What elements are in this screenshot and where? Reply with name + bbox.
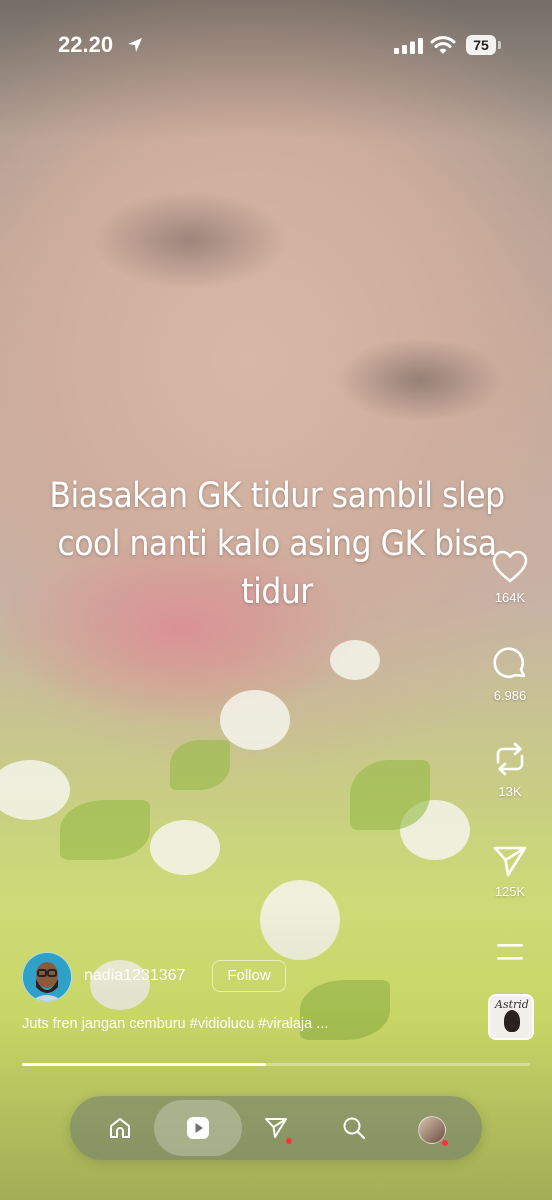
comment-count: 6.986 (493, 688, 527, 703)
share-action[interactable]: 125K (488, 844, 532, 899)
like-action[interactable]: 164K (488, 550, 532, 605)
follow-button[interactable]: Follow (212, 960, 286, 992)
audio-thumbnail[interactable]: Astrid (488, 994, 534, 1040)
bottom-nav (70, 1096, 482, 1160)
video-caption-overlay: Biasakan GK tidur sambil slep cool nanti… (49, 476, 505, 612)
cellular-signal-icon (394, 38, 423, 54)
like-count: 164K (494, 590, 526, 605)
progress-fill (22, 1063, 266, 1066)
author-username[interactable]: nadia1231367 (84, 967, 185, 985)
nav-profile[interactable] (406, 1104, 454, 1152)
repost-icon[interactable] (492, 740, 528, 778)
pattern-blob (220, 690, 290, 750)
nav-home[interactable] (96, 1104, 144, 1152)
top-gradient (0, 0, 552, 140)
pattern-blob (0, 760, 70, 820)
nav-search[interactable] (330, 1104, 378, 1152)
home-icon (110, 1118, 130, 1138)
more-icon[interactable] (495, 942, 525, 962)
avatar-portrait (23, 953, 71, 1001)
profile-avatar (418, 1116, 446, 1144)
pattern-blob (150, 820, 220, 875)
video-description[interactable]: Juts fren jangan cemburu #vidiolucu #vir… (22, 1016, 328, 1032)
audio-cover-figure (504, 1010, 520, 1032)
send-icon[interactable] (492, 844, 528, 878)
nav-reels[interactable] (174, 1104, 222, 1152)
author-avatar[interactable] (22, 952, 72, 1002)
repost-count: 13K (498, 784, 522, 799)
repost-action[interactable]: 13K (488, 740, 532, 799)
wifi-icon (430, 36, 456, 54)
comment-icon[interactable] (492, 646, 528, 682)
pattern-leaf (60, 800, 150, 860)
location-arrow-icon (128, 38, 142, 52)
nav-direct[interactable] (252, 1104, 300, 1152)
battery-indicator: 75 (466, 35, 502, 55)
pattern-leaf (350, 760, 430, 830)
playback-progress[interactable] (22, 1063, 530, 1066)
pattern-blob (330, 640, 380, 680)
author-row: nadia1231367 Follow (22, 952, 482, 1002)
heart-icon[interactable] (492, 550, 528, 584)
profile-notification-dot (442, 1140, 448, 1146)
status-time: 22.20 (58, 32, 114, 57)
reels-icon (187, 1117, 209, 1139)
direct-icon (265, 1118, 287, 1138)
more-options[interactable] (488, 942, 532, 962)
pattern-leaf (170, 740, 230, 790)
search-icon (343, 1117, 366, 1140)
battery-tip (498, 41, 501, 49)
status-bar: 22.20 75 (0, 30, 552, 62)
comment-action[interactable]: 6.986 (488, 646, 532, 703)
battery-level: 75 (466, 35, 496, 55)
direct-notification-dot (286, 1138, 292, 1144)
share-count: 125K (494, 884, 526, 899)
